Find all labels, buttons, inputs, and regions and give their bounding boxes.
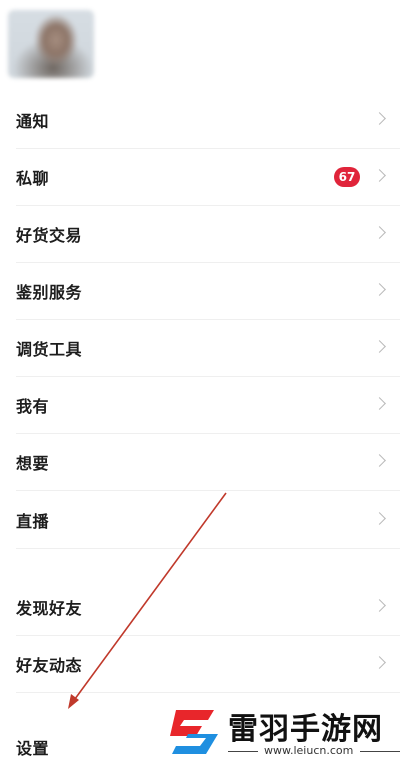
chevron-right-icon bbox=[373, 656, 386, 669]
menu-item-friend-activity[interactable]: 好友动态 bbox=[16, 636, 400, 693]
chevron-right-icon bbox=[373, 454, 386, 467]
watermark-divider bbox=[228, 751, 258, 752]
watermark-url: www.leiucn.com bbox=[264, 744, 354, 757]
avatar[interactable] bbox=[8, 10, 94, 78]
menu-item-want[interactable]: 想要 bbox=[16, 434, 400, 491]
menu-item-label: 设置 bbox=[16, 739, 50, 758]
chevron-right-icon bbox=[373, 397, 386, 410]
menu-item-label: 好货交易 bbox=[16, 226, 83, 245]
menu-item-i-have[interactable]: 我有 bbox=[16, 377, 400, 434]
chevron-right-icon bbox=[373, 511, 386, 525]
menu-list: 通知 私聊 67 好货交易 鉴别服务 调货工具 我有 想要 直播 发现好友 好友… bbox=[0, 92, 400, 771]
chevron-right-icon bbox=[373, 283, 386, 296]
menu-item-label: 好友动态 bbox=[16, 656, 83, 675]
chevron-right-icon bbox=[373, 340, 386, 353]
menu-item-label: 直播 bbox=[16, 511, 50, 531]
menu-item-label: 想要 bbox=[16, 454, 50, 473]
menu-item-transfer-tool[interactable]: 调货工具 bbox=[16, 320, 400, 377]
menu-item-label: 鉴别服务 bbox=[16, 283, 83, 302]
section-gap bbox=[16, 548, 400, 579]
watermark-title: 雷羽手游网 bbox=[228, 712, 383, 747]
menu-item-notifications[interactable]: 通知 bbox=[16, 92, 400, 149]
chevron-right-icon bbox=[373, 226, 386, 239]
menu-item-label: 发现好友 bbox=[16, 599, 83, 618]
watermark: 雷羽手游网 www.leiucn.com bbox=[160, 700, 408, 761]
chevron-right-icon bbox=[373, 169, 386, 182]
menu-item-live[interactable]: 直播 bbox=[16, 491, 400, 548]
chevron-right-icon bbox=[373, 599, 386, 612]
menu-item-label: 私聊 bbox=[16, 169, 50, 188]
menu-item-private-chat[interactable]: 私聊 67 bbox=[16, 149, 400, 206]
watermark-logo-icon bbox=[170, 710, 218, 754]
menu-item-label: 我有 bbox=[16, 397, 50, 416]
menu-item-discover-friends[interactable]: 发现好友 bbox=[16, 579, 400, 636]
menu-item-label: 调货工具 bbox=[16, 340, 83, 359]
menu-item-authentication[interactable]: 鉴别服务 bbox=[16, 263, 400, 320]
menu-item-label: 通知 bbox=[16, 112, 50, 131]
chevron-right-icon bbox=[373, 112, 386, 125]
watermark-divider bbox=[360, 751, 400, 752]
unread-badge: 67 bbox=[334, 167, 360, 187]
menu-item-goods-trading[interactable]: 好货交易 bbox=[16, 206, 400, 263]
